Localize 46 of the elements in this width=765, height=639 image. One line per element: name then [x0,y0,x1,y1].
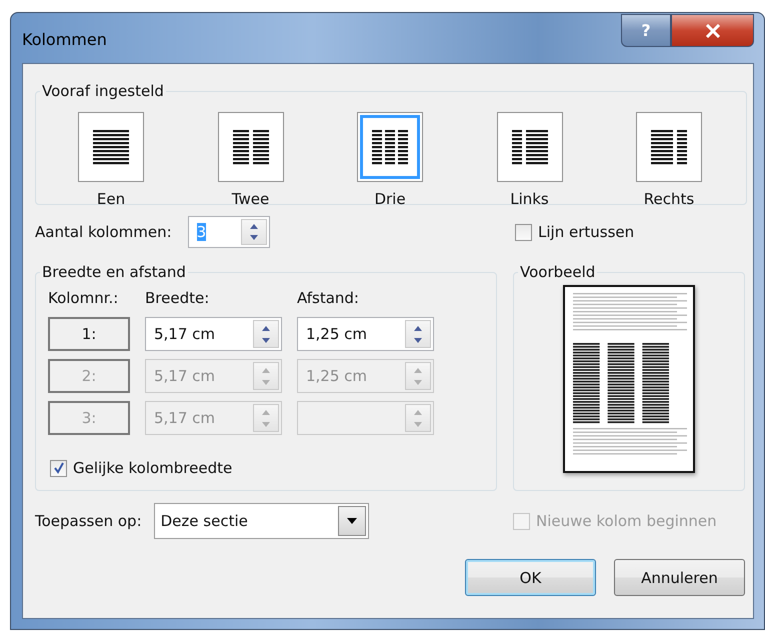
down-arrow-icon[interactable] [413,338,423,344]
checkbox-label: Nieuwe kolom beginnen [536,512,717,530]
preset-option[interactable] [496,112,562,182]
up-arrow-icon[interactable] [248,223,259,229]
column-header: Breedte: [145,289,210,309]
preset-option[interactable] [636,112,702,182]
group-title: Breedte en afstand [41,263,187,281]
columns-icon [512,128,548,166]
apply-to-label: Toepassen op: [35,512,142,530]
group-title: Vooraf ingesteld [41,82,165,100]
preset-label: Rechts [644,190,694,208]
column-number-button[interactable]: 1: [48,317,130,351]
down-arrow-icon[interactable] [248,235,259,241]
window-title: Kolommen [22,30,107,49]
column-header: Afstand: [297,289,360,309]
checkbox[interactable] [50,460,67,476]
column-header: Kolomnr.: [48,289,120,309]
columns-count-field[interactable]: 3 [188,216,270,248]
help-button[interactable]: ? [621,14,671,47]
dialog-button[interactable]: Annuleren [614,559,745,596]
up-arrow-icon[interactable] [261,324,271,330]
dialog-button[interactable]: OK [465,559,596,596]
close-button[interactable] [671,14,754,47]
preset-label: Een [96,190,126,208]
preset-option[interactable] [78,112,144,182]
checkbox-label: Gelijke kolombreedte [73,459,232,477]
apply-to-dropdown[interactable]: Deze sectie [154,503,369,539]
group-title: Voorbeeld [519,263,596,281]
columns-icon [651,128,687,166]
preset-label: Twee [232,190,270,208]
preset-option[interactable] [218,112,284,182]
close-icon [704,24,720,38]
columns-count-label: Aantal kolommen: [35,223,172,241]
up-arrow-icon[interactable] [413,324,423,330]
checkbox-label: Lijn ertussen [538,223,634,241]
preset-label: Drie [374,190,406,208]
preset-label: Links [510,190,549,208]
preset-option[interactable] [357,112,423,182]
down-arrow-icon[interactable] [261,338,271,344]
checkbox[interactable] [515,224,532,240]
spacing-field[interactable]: 1,25 cm [297,317,434,351]
columns-icon [372,128,408,166]
columns-icon [93,128,129,166]
columns-icon [232,128,268,166]
width-field[interactable]: 5,17 cm [145,317,282,351]
caret-icon [346,518,357,524]
